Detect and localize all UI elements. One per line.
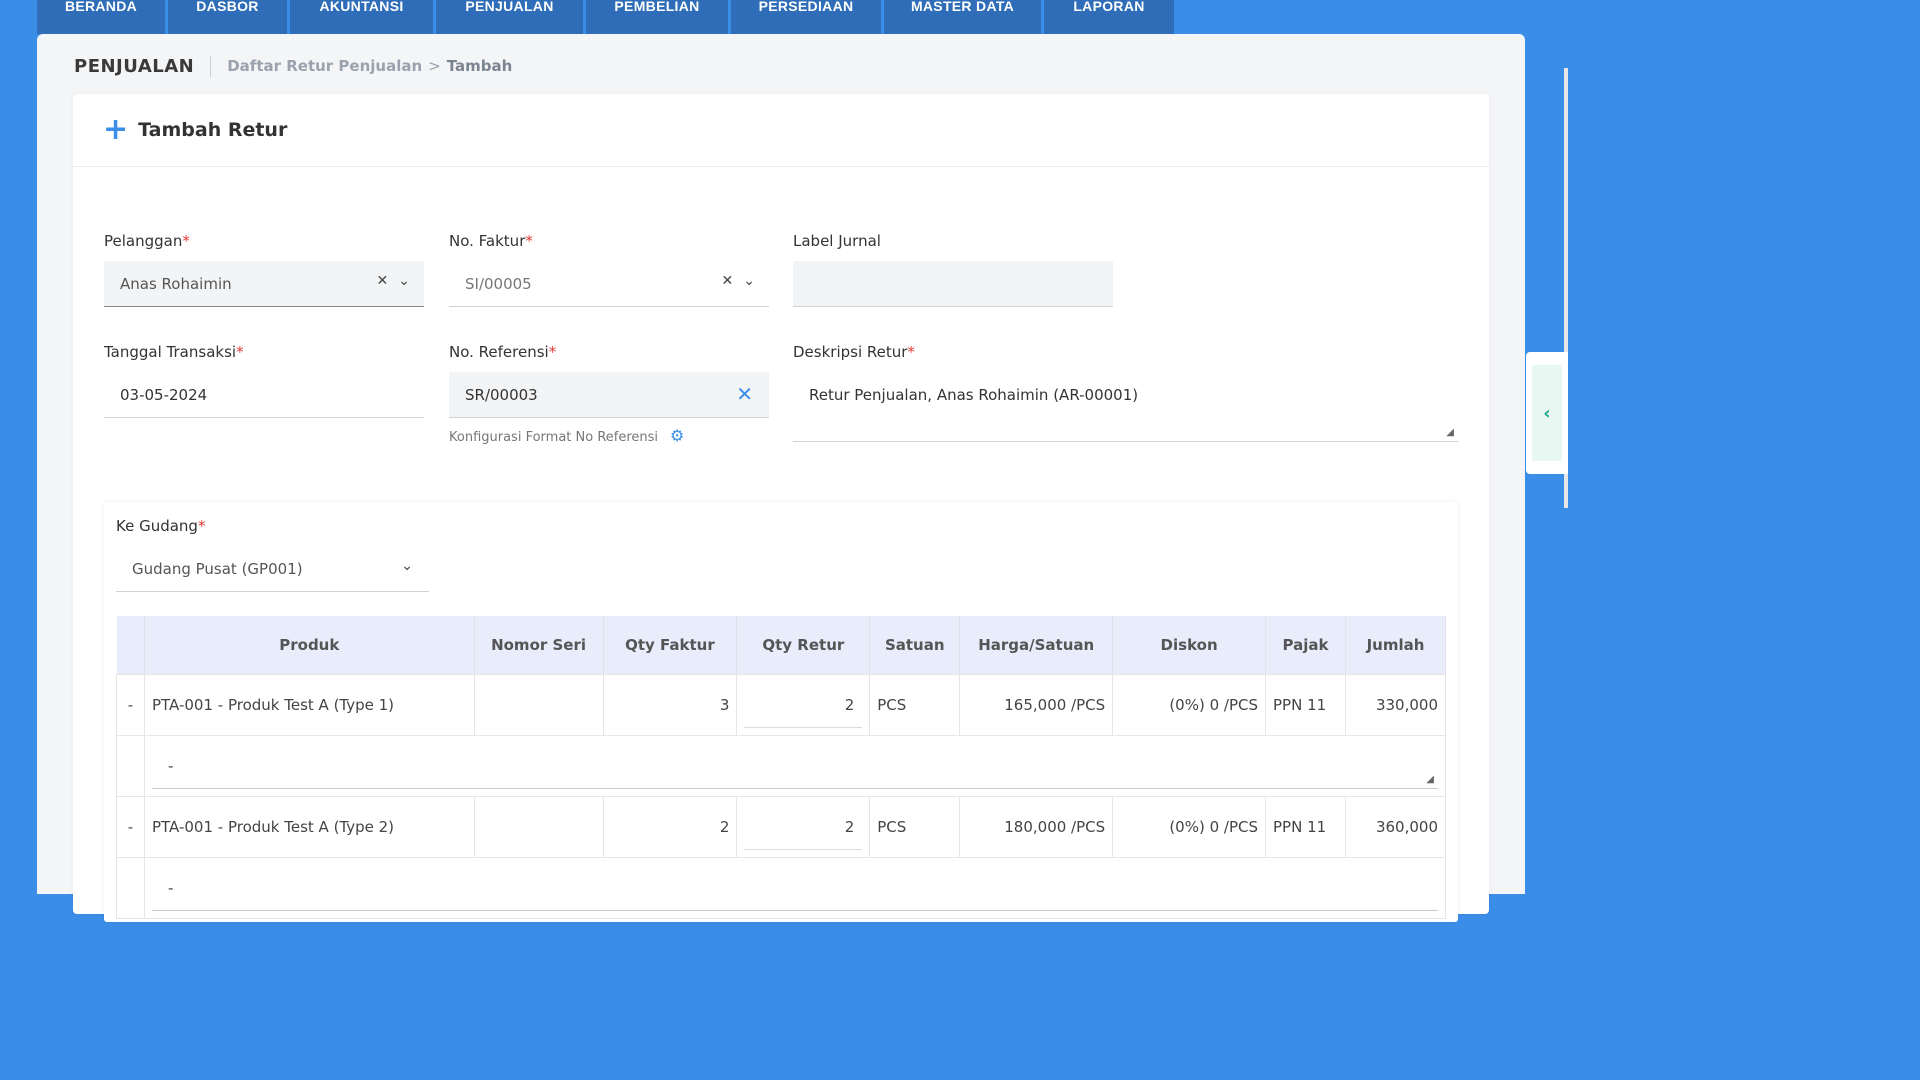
clear-icon[interactable]: ✕ [377,273,389,289]
gudang-value: Gudang Pusat (GP001) [132,559,303,578]
chevron-down-icon[interactable]: ⌄ [743,273,755,289]
nav-tab-master-data[interactable]: MASTER DATA [884,0,1041,34]
top-nav: BERANDA DASBOR AKUNTANSI PENJUALAN PEMBE… [37,0,1177,34]
resize-handle-icon[interactable]: ◢ [1426,774,1434,785]
row-diskon: (0%) 0 /PCS [1112,674,1267,736]
breadcrumb-separator: > [428,57,441,75]
nav-tab-akuntansi[interactable]: AKUNTANSI [290,0,433,34]
no-faktur-select[interactable]: SI/00005 ✕ ⌄ [449,261,769,307]
table-note-row: - ◢ [116,735,1447,797]
row-qty-faktur: 2 [602,796,738,858]
table-header-row: Produk Nomor Seri Qty Faktur Qty Retur S… [116,616,1447,675]
col-header-diskon: Diskon [1112,616,1267,675]
items-card: Ke Gudang* Gudang Pusat (GP001) ⌄ Produk… [104,502,1458,922]
label-jurnal-label: Label Jurnal [793,232,881,250]
row-mark[interactable]: - [116,674,145,736]
nav-tab-pembelian[interactable]: PEMBELIAN [586,0,728,34]
clear-icon[interactable]: ✕ [736,382,753,406]
row-note-cell: - [143,857,1447,919]
row-nomor-seri[interactable] [473,796,604,858]
row-note-cell: - ◢ [143,735,1447,797]
side-panel-toggle[interactable]: ‹ [1526,352,1568,474]
col-header-qty-faktur: Qty Faktur [603,616,738,675]
col-header-harga: Harga/Satuan [959,616,1114,675]
row-note-textarea[interactable]: - [151,866,1438,911]
chevron-down-icon[interactable]: ⌄ [398,273,410,289]
gear-icon[interactable]: ⚙ [670,426,684,445]
deskripsi-value: Retur Penjualan, Anas Rohaimin (AR-00001… [809,386,1139,404]
col-header-satuan: Satuan [869,616,961,675]
row-pajak: PPN 11 [1265,796,1346,858]
col-header-qty-retur: Qty Retur [736,616,871,675]
nav-tab-persediaan[interactable]: PERSEDIAAN [731,0,881,34]
nav-tab-laporan[interactable]: LAPORAN [1044,0,1174,34]
nav-tab-penjualan[interactable]: PENJUALAN [436,0,583,34]
deskripsi-label: Deskripsi Retur* [793,343,915,361]
col-header-pajak: Pajak [1265,616,1346,675]
row-jumlah: 360,000 [1344,796,1447,858]
row-satuan: PCS [869,674,961,736]
pelanggan-label: Pelanggan* [104,232,190,250]
page-section-title: PENJUALAN [74,55,212,77]
breadcrumb-current: Tambah [446,57,513,75]
no-referensi-label: No. Referensi* [449,343,557,361]
table-row: - PTA-001 - Produk Test A (Type 2) 2 2 P… [116,796,1447,858]
no-faktur-value: SI/00005 [465,274,532,293]
col-header-jumlah: Jumlah [1345,616,1447,675]
gudang-label: Ke Gudang* [116,517,206,535]
nav-tab-dasbor[interactable]: DASBOR [168,0,287,34]
pelanggan-select[interactable]: Anas Rohaimin ✕ ⌄ [104,261,424,307]
row-qty-retur-cell: 2 [736,796,871,858]
chevron-down-icon[interactable]: ⌄ [401,558,413,574]
row-qty-faktur: 3 [602,674,738,736]
row-pajak: PPN 11 [1265,674,1346,736]
resize-handle-icon[interactable]: ◢ [1446,427,1454,438]
no-referensi-value: SR/00003 [465,385,538,404]
breadcrumb: PENJUALAN Daftar Retur Penjualan > Tamba… [74,52,512,80]
items-table: Produk Nomor Seri Qty Faktur Qty Retur S… [116,616,1447,919]
col-header-nomor-seri: Nomor Seri [474,616,604,675]
main-panel: PENJUALAN Daftar Retur Penjualan > Tamba… [37,34,1525,922]
breadcrumb-link-daftar-retur[interactable]: Daftar Retur Penjualan [227,57,422,75]
form-card: + Tambah Retur Pelanggan* Anas Rohaimin … [73,94,1489,922]
plus-icon: + [103,112,129,147]
card-header: + Tambah Retur [73,94,1489,167]
konfigurasi-hint-text: Konfigurasi Format No Referensi [449,430,659,445]
row-produk: PTA-001 - Produk Test A (Type 2) [143,796,475,858]
row-produk: PTA-001 - Produk Test A (Type 1) [143,674,475,736]
table-row: - PTA-001 - Produk Test A (Type 1) 3 2 P… [116,674,1447,736]
row-jumlah: 330,000 [1344,674,1447,736]
tanggal-input[interactable]: 03-05-2024 [104,372,424,418]
chevron-left-icon[interactable]: ‹ [1532,365,1562,461]
row-note-textarea[interactable]: - ◢ [151,744,1438,789]
row-harga: 180,000 /PCS [959,796,1114,858]
qty-retur-input[interactable]: 2 [744,683,863,728]
col-header-produk: Produk [144,616,475,675]
deskripsi-textarea[interactable]: Retur Penjualan, Anas Rohaimin (AR-00001… [793,372,1458,442]
no-faktur-label: No. Faktur* [449,232,533,250]
row-mark[interactable]: - [116,796,145,858]
row-satuan: PCS [869,796,961,858]
row-nomor-seri[interactable] [473,674,604,736]
col-header-mark [116,616,145,675]
no-referensi-input[interactable]: SR/00003 ✕ [449,372,769,418]
row-qty-retur-cell: 2 [736,674,871,736]
qty-retur-input[interactable]: 2 [744,805,863,850]
label-jurnal-input[interactable] [793,261,1113,307]
clear-icon[interactable]: ✕ [722,273,734,289]
pelanggan-value: Anas Rohaimin [120,274,232,293]
gudang-select[interactable]: Gudang Pusat (GP001) ⌄ [116,546,429,592]
tanggal-label: Tanggal Transaksi* [104,343,244,361]
card-title: Tambah Retur [138,119,288,141]
row-harga: 165,000 /PCS [959,674,1114,736]
konfigurasi-format-link[interactable]: Konfigurasi Format No Referensi ⚙ [449,426,684,445]
row-diskon: (0%) 0 /PCS [1112,796,1267,858]
nav-tab-beranda[interactable]: BERANDA [37,0,165,34]
table-note-row: - [116,857,1447,919]
